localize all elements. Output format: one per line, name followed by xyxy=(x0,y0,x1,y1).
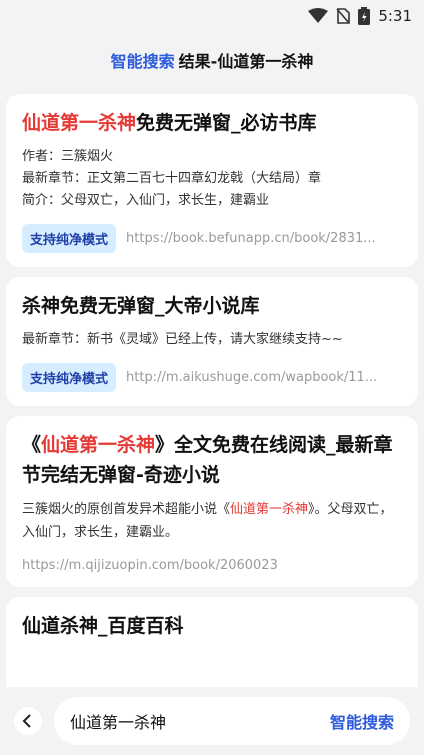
result-footer: 支持纯净模式 http://m.aikushuge.com/wapbook/11… xyxy=(22,363,402,392)
status-bar: 5:31 xyxy=(0,0,424,32)
result-card[interactable]: 《仙道第一杀神》全文免费在线阅读_最新章节完结无弹窗-奇迹小说 三簇烟火的原创首… xyxy=(6,416,418,587)
search-box[interactable]: 仙道第一杀神 智能搜索 xyxy=(54,697,410,745)
result-footer: 支持纯净模式 https://book.befunapp.cn/book/283… xyxy=(22,224,402,253)
bottom-search-bar: 仙道第一杀神 智能搜索 xyxy=(0,687,424,755)
result-url[interactable]: https://m.qijizuopin.com/book/2060023 xyxy=(22,558,402,573)
result-title[interactable]: 杀神免费无弹窗_大帝小说库 xyxy=(22,291,402,321)
result-author: 作者：三簇烟火 xyxy=(22,149,114,164)
result-url[interactable]: http://m.aikushuge.com/wapbook/11... xyxy=(126,370,402,385)
result-title-highlight: 仙道第一杀神 xyxy=(22,112,137,134)
smart-search-button[interactable]: 智能搜索 xyxy=(330,709,394,733)
result-title[interactable]: 仙道杀神_百度百科 xyxy=(22,611,402,641)
pure-mode-badge[interactable]: 支持纯净模式 xyxy=(22,363,117,392)
result-card[interactable]: 杀神免费无弹窗_大帝小说库 最新章节：新书《灵域》已经上传，请大家继续支持~~ … xyxy=(6,277,418,406)
result-desc-highlight: 仙道第一杀神 xyxy=(230,502,309,517)
result-card[interactable]: 仙道第一杀神免费无弹窗_必访书库 作者：三簇烟火 最新章节：正文第二百七十四章幻… xyxy=(6,94,418,267)
result-latest-chapter: 最新章节：正文第二百七十四章幻龙戟（大结局）章 xyxy=(22,171,322,186)
no-sim-icon xyxy=(336,8,351,24)
result-title[interactable]: 《仙道第一杀神》全文免费在线阅读_最新章节完结无弹窗-奇迹小说 xyxy=(22,430,402,490)
result-meta: 最新章节：新书《灵域》已经上传，请大家继续支持~~ xyxy=(22,329,402,351)
brand-label: 智能搜索 xyxy=(110,52,175,71)
result-title-prefix: 《 xyxy=(22,434,42,456)
result-description: 三簇烟火的原创首发异术超能小说《仙道第一杀神》。父母双亡，入仙门，求长生，建霸业… xyxy=(22,498,402,544)
battery-icon xyxy=(358,7,371,25)
clock-time: 5:31 xyxy=(378,7,412,25)
wifi-icon xyxy=(308,8,329,24)
chevron-left-icon xyxy=(22,714,31,728)
result-latest-chapter: 最新章节：新书《灵域》已经上传，请大家继续支持~~ xyxy=(22,332,343,347)
result-title-highlight: 仙道第一杀神 xyxy=(41,434,156,456)
page-title: 智能搜索 结果-仙道第一杀神 xyxy=(0,48,424,78)
back-button[interactable] xyxy=(14,707,42,735)
results-list: 仙道第一杀神免费无弹窗_必访书库 作者：三簇烟火 最新章节：正文第二百七十四章幻… xyxy=(6,94,418,717)
result-title[interactable]: 仙道第一杀神免费无弹窗_必访书库 xyxy=(22,108,402,138)
result-meta: 作者：三簇烟火 最新章节：正文第二百七十四章幻龙戟（大结局）章 简介：父母双亡，… xyxy=(22,146,402,212)
result-url[interactable]: https://book.befunapp.cn/book/2831... xyxy=(126,231,402,246)
page-title-text: 结果-仙道第一杀神 xyxy=(178,52,314,71)
search-input[interactable]: 仙道第一杀神 xyxy=(70,709,330,733)
result-desc-prefix: 三簇烟火的原创首发异术超能小说《 xyxy=(22,502,231,517)
pure-mode-badge[interactable]: 支持纯净模式 xyxy=(22,224,117,253)
result-summary: 简介：父母双亡，入仙门，求长生，建霸业 xyxy=(22,193,270,208)
result-title-rest: 免费无弹窗_必访书库 xyxy=(136,112,317,134)
